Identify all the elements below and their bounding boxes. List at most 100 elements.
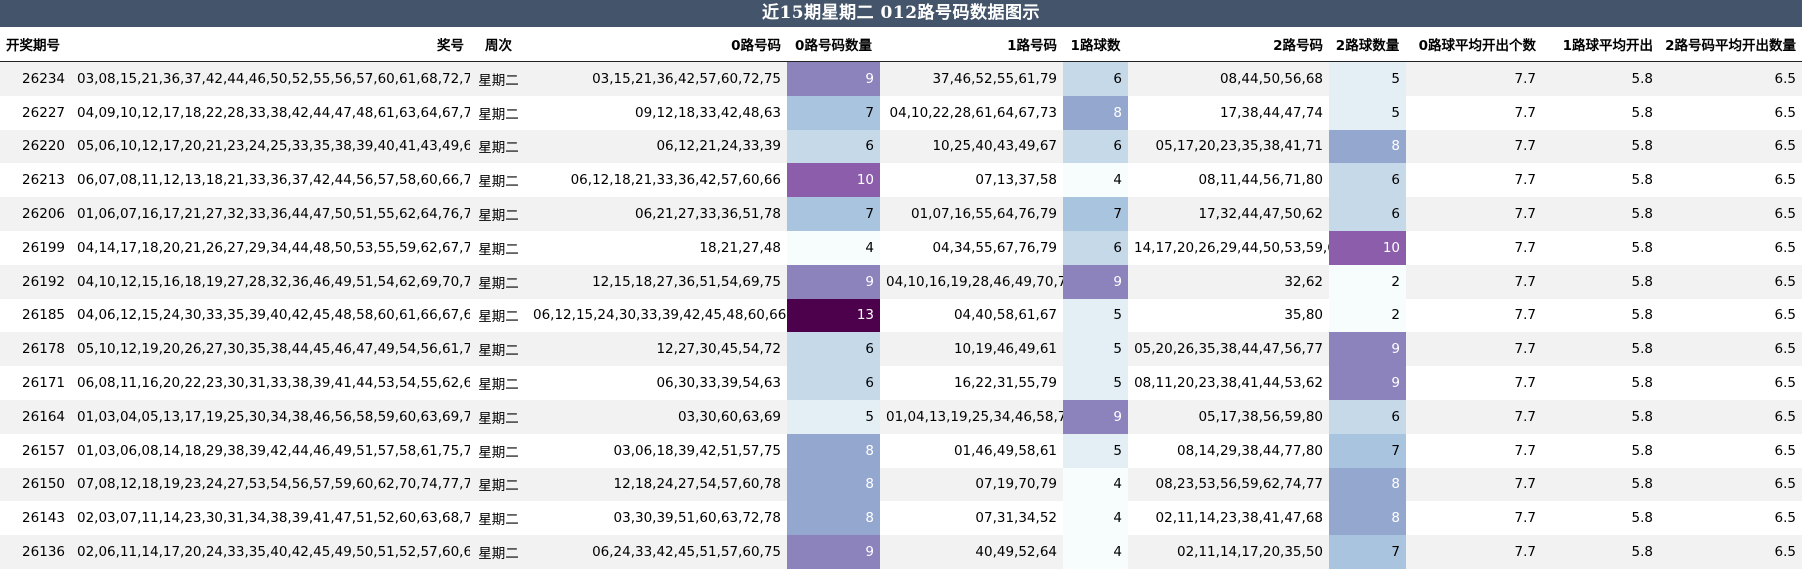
road0-numbers-cell: 03,30,39,51,60,63,72,78	[527, 501, 787, 536]
road0-avg-cell: 7.7	[1406, 298, 1542, 333]
road2-avg-cell: 6.5	[1659, 298, 1802, 333]
road2-count-cell: 8	[1329, 467, 1406, 502]
road1-avg-cell: 5.8	[1542, 501, 1659, 536]
numbers-cell: 02,06,11,14,17,20,24,33,35,40,42,45,49,5…	[71, 535, 470, 569]
road2-numbers-cell: 14,17,20,26,29,44,50,53,59,62	[1128, 230, 1329, 265]
road1-avg-cell: 5.8	[1542, 61, 1659, 96]
road2-count-cell: 10	[1329, 230, 1406, 265]
numbers-cell: 07,08,12,18,19,23,24,27,53,54,56,57,59,6…	[71, 467, 470, 502]
numbers-cell: 04,14,17,18,20,21,26,27,29,34,44,48,50,5…	[71, 230, 470, 265]
road0-numbers-cell: 06,12,15,24,30,33,39,42,45,48,60,66,69	[527, 298, 787, 333]
road0-avg-cell: 7.7	[1406, 535, 1542, 569]
road2-numbers-cell: 02,11,14,23,38,41,47,68	[1128, 501, 1329, 536]
issue-cell: 26220	[0, 129, 71, 164]
table-row: 26234 03,08,15,21,36,37,42,44,46,50,52,55…	[0, 61, 1802, 96]
road1-numbers-cell: 10,19,46,49,61	[880, 332, 1063, 367]
table-row: 26220 05,06,10,12,17,20,21,23,24,25,33,35…	[0, 129, 1802, 164]
road1-numbers-cell: 10,25,40,43,49,67	[880, 129, 1063, 164]
road1-numbers-cell: 07,31,34,52	[880, 501, 1063, 536]
col-header-road1-count: 1路球数	[1063, 27, 1128, 62]
weekday-cell: 星期二	[470, 332, 527, 367]
issue-cell: 26206	[0, 197, 71, 231]
road0-count-cell: 7	[787, 197, 880, 231]
road2-numbers-cell: 05,17,38,56,59,80	[1128, 399, 1329, 434]
numbers-cell: 04,06,12,15,24,30,33,35,39,40,42,45,48,5…	[71, 298, 470, 333]
road1-numbers-cell: 04,40,58,61,67	[880, 298, 1063, 333]
road2-count-cell: 9	[1329, 366, 1406, 400]
issue-cell: 26185	[0, 298, 71, 333]
road2-numbers-cell: 02,11,14,17,20,35,50	[1128, 535, 1329, 569]
road0-avg-cell: 7.7	[1406, 264, 1542, 299]
road0-avg-cell: 7.7	[1406, 467, 1542, 502]
road2-numbers-cell: 08,11,44,56,71,80	[1128, 163, 1329, 198]
table-row: 26185 04,06,12,15,24,30,33,35,39,40,42,45…	[0, 298, 1802, 333]
weekday-cell: 星期二	[470, 163, 527, 198]
road2-avg-cell: 6.5	[1659, 129, 1802, 164]
road2-count-cell: 6	[1329, 163, 1406, 198]
road1-avg-cell: 5.8	[1542, 433, 1659, 468]
road0-count-cell: 8	[787, 433, 880, 468]
road2-numbers-cell: 08,11,20,23,38,41,44,53,62	[1128, 366, 1329, 400]
road2-count-cell: 7	[1329, 535, 1406, 569]
road0-count-cell: 4	[787, 230, 880, 265]
road1-avg-cell: 5.8	[1542, 95, 1659, 130]
road1-numbers-cell: 01,04,13,19,25,34,46,58,76	[880, 399, 1063, 434]
numbers-cell: 04,10,12,15,16,18,19,27,28,32,36,46,49,5…	[71, 264, 470, 299]
col-header-road2-count: 2路球数量	[1329, 27, 1406, 62]
road0-numbers-cell: 12,27,30,45,54,72	[527, 332, 787, 367]
issue-cell: 26164	[0, 399, 71, 434]
road0-count-cell: 7	[787, 95, 880, 130]
numbers-cell: 04,09,10,12,17,18,22,28,33,38,42,44,47,4…	[71, 95, 470, 130]
road0-numbers-cell: 06,12,18,21,33,36,42,57,60,66	[527, 163, 787, 198]
road0-count-cell: 8	[787, 501, 880, 536]
road1-numbers-cell: 01,46,49,58,61	[880, 433, 1063, 468]
weekday-cell: 星期二	[470, 399, 527, 434]
road0-count-cell: 6	[787, 332, 880, 367]
road0-count-cell: 5	[787, 399, 880, 434]
table-row: 26213 06,07,08,11,12,13,18,21,33,36,37,42…	[0, 163, 1802, 198]
road0-numbers-cell: 12,15,18,27,36,51,54,69,75	[527, 264, 787, 299]
road2-numbers-cell: 32,62	[1128, 264, 1329, 299]
weekday-cell: 星期二	[470, 95, 527, 130]
weekday-cell: 星期二	[470, 129, 527, 164]
table-row: 26150 07,08,12,18,19,23,24,27,53,54,56,57…	[0, 467, 1802, 502]
road2-avg-cell: 6.5	[1659, 163, 1802, 198]
table-row: 26136 02,06,11,14,17,20,24,33,35,40,42,45…	[0, 535, 1802, 569]
table-row: 26164 01,03,04,05,13,17,19,25,30,34,38,46…	[0, 399, 1802, 434]
table-row: 26157 01,03,06,08,14,18,29,38,39,42,44,46…	[0, 433, 1802, 468]
road2-avg-cell: 6.5	[1659, 535, 1802, 569]
road0-numbers-cell: 06,12,21,24,33,39	[527, 129, 787, 164]
road1-count-cell: 4	[1063, 163, 1128, 198]
road1-count-cell: 6	[1063, 129, 1128, 164]
road2-avg-cell: 6.5	[1659, 467, 1802, 502]
road1-avg-cell: 5.8	[1542, 399, 1659, 434]
road1-numbers-cell: 01,07,16,55,64,76,79	[880, 197, 1063, 231]
issue-cell: 26150	[0, 467, 71, 502]
road0-count-cell: 9	[787, 264, 880, 299]
road2-count-cell: 5	[1329, 61, 1406, 96]
table-row: 26178 05,10,12,19,20,26,27,30,35,38,44,45…	[0, 332, 1802, 367]
road1-numbers-cell: 07,13,37,58	[880, 163, 1063, 198]
issue-cell: 26199	[0, 230, 71, 265]
road1-count-cell: 9	[1063, 399, 1128, 434]
road1-count-cell: 4	[1063, 501, 1128, 536]
road1-numbers-cell: 04,10,16,19,28,46,49,70,73	[880, 264, 1063, 299]
road0-count-cell: 6	[787, 129, 880, 164]
road1-avg-cell: 5.8	[1542, 535, 1659, 569]
chart-title: 近15期星期二 012路号码数据图示	[0, 0, 1802, 27]
road1-numbers-cell: 16,22,31,55,79	[880, 366, 1063, 400]
road1-avg-cell: 5.8	[1542, 129, 1659, 164]
road0-numbers-cell: 18,21,27,48	[527, 230, 787, 265]
road1-count-cell: 5	[1063, 332, 1128, 367]
road1-count-cell: 6	[1063, 230, 1128, 265]
road0-count-cell: 9	[787, 535, 880, 569]
weekday-cell: 星期二	[470, 61, 527, 96]
road2-numbers-cell: 17,32,44,47,50,62	[1128, 197, 1329, 231]
numbers-cell: 05,10,12,19,20,26,27,30,35,38,44,45,46,4…	[71, 332, 470, 367]
road2-count-cell: 2	[1329, 264, 1406, 299]
road0-numbers-cell: 03,30,60,63,69	[527, 399, 787, 434]
numbers-cell: 01,06,07,16,17,21,27,32,33,36,44,47,50,5…	[71, 197, 470, 231]
road1-avg-cell: 5.8	[1542, 197, 1659, 231]
table-row: 26143 02,03,07,11,14,23,30,31,34,38,39,41…	[0, 501, 1802, 536]
road1-avg-cell: 5.8	[1542, 163, 1659, 198]
